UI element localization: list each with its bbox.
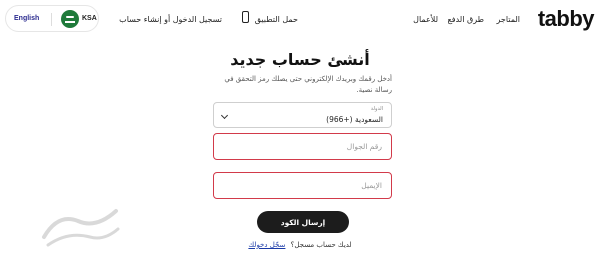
- phone-input[interactable]: [213, 133, 392, 160]
- country-select[interactable]: الدولة السعودية (+966): [213, 102, 392, 128]
- country-label[interactable]: KSA: [82, 15, 97, 22]
- login-link[interactable]: سجّل دخولك: [248, 241, 285, 249]
- nav-stores-link[interactable]: المتاجر: [497, 15, 521, 24]
- page-title: أنشئ حساب جديد: [230, 50, 370, 69]
- locale-switcher[interactable]: English KSA: [5, 5, 99, 32]
- nav-business-link[interactable]: للأعمال: [413, 15, 438, 24]
- tabby-logo[interactable]: tabby: [538, 6, 595, 32]
- page-subtitle: أدخل رقمك وبريدك الإلكتروني حتى يصلك رمز…: [224, 75, 392, 94]
- locale-divider: [51, 13, 52, 26]
- nav-login-signup-link[interactable]: تسجيل الدخول أو إنشاء حساب: [119, 15, 222, 24]
- nav-get-app-link[interactable]: حمل التطبيق: [255, 15, 298, 24]
- chevron-down-icon: [220, 111, 229, 120]
- nav-payment-methods-link[interactable]: طرق الدفع: [448, 15, 484, 24]
- send-code-button[interactable]: إرسال الكود: [257, 211, 349, 233]
- country-select-value: السعودية (+966): [326, 115, 383, 124]
- phone-icon: [242, 11, 249, 23]
- saudi-flag-icon: [61, 10, 79, 28]
- watermark-logo: [42, 209, 120, 247]
- country-select-label: الدولة: [370, 106, 383, 112]
- email-input[interactable]: [213, 172, 392, 199]
- language-toggle[interactable]: English: [14, 15, 39, 22]
- have-account-text: لديك حساب مسجل؟: [290, 241, 352, 249]
- top-nav: tabby المتاجر طرق الدفع للأعمال حمل التط…: [0, 0, 600, 40]
